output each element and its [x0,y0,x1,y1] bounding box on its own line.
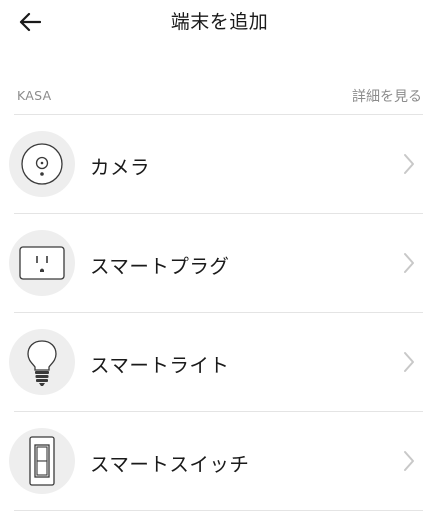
camera-icon [21,143,63,185]
list-item-smart-light[interactable]: スマートライト [0,313,439,411]
list-item-label: スマートライト [90,354,230,377]
header: 端末を追加 [0,0,439,44]
icon-container [9,230,75,296]
section-label: KASA [17,88,52,103]
chevron-right-icon [404,451,414,471]
divider [14,510,423,511]
smart-plug-icon [19,246,65,280]
list-item-smart-plug[interactable]: スマートプラグ [0,214,439,312]
section-header: KASA 詳細を見る [0,84,439,110]
icon-container [9,428,75,494]
list-item-smart-switch[interactable]: スマートスイッチ [0,412,439,510]
light-switch-icon [29,436,55,486]
chevron-right-icon [404,253,414,273]
details-link[interactable]: 詳細を見る [352,86,422,106]
list-item-label: カメラ [90,156,151,179]
icon-container [9,329,75,395]
list-item-camera[interactable]: カメラ [0,115,439,213]
page-title: 端末を追加 [170,11,269,33]
light-bulb-icon [27,340,57,386]
list-item-label: スマートスイッチ [90,453,250,476]
add-device-screen: 端末を追加 KASA 詳細を見る カメラ スマートプラグ スマートライト スマー… [0,0,439,516]
chevron-right-icon [404,154,414,174]
list-item-label: スマートプラグ [90,255,230,278]
chevron-right-icon [404,352,414,372]
icon-container [9,131,75,197]
